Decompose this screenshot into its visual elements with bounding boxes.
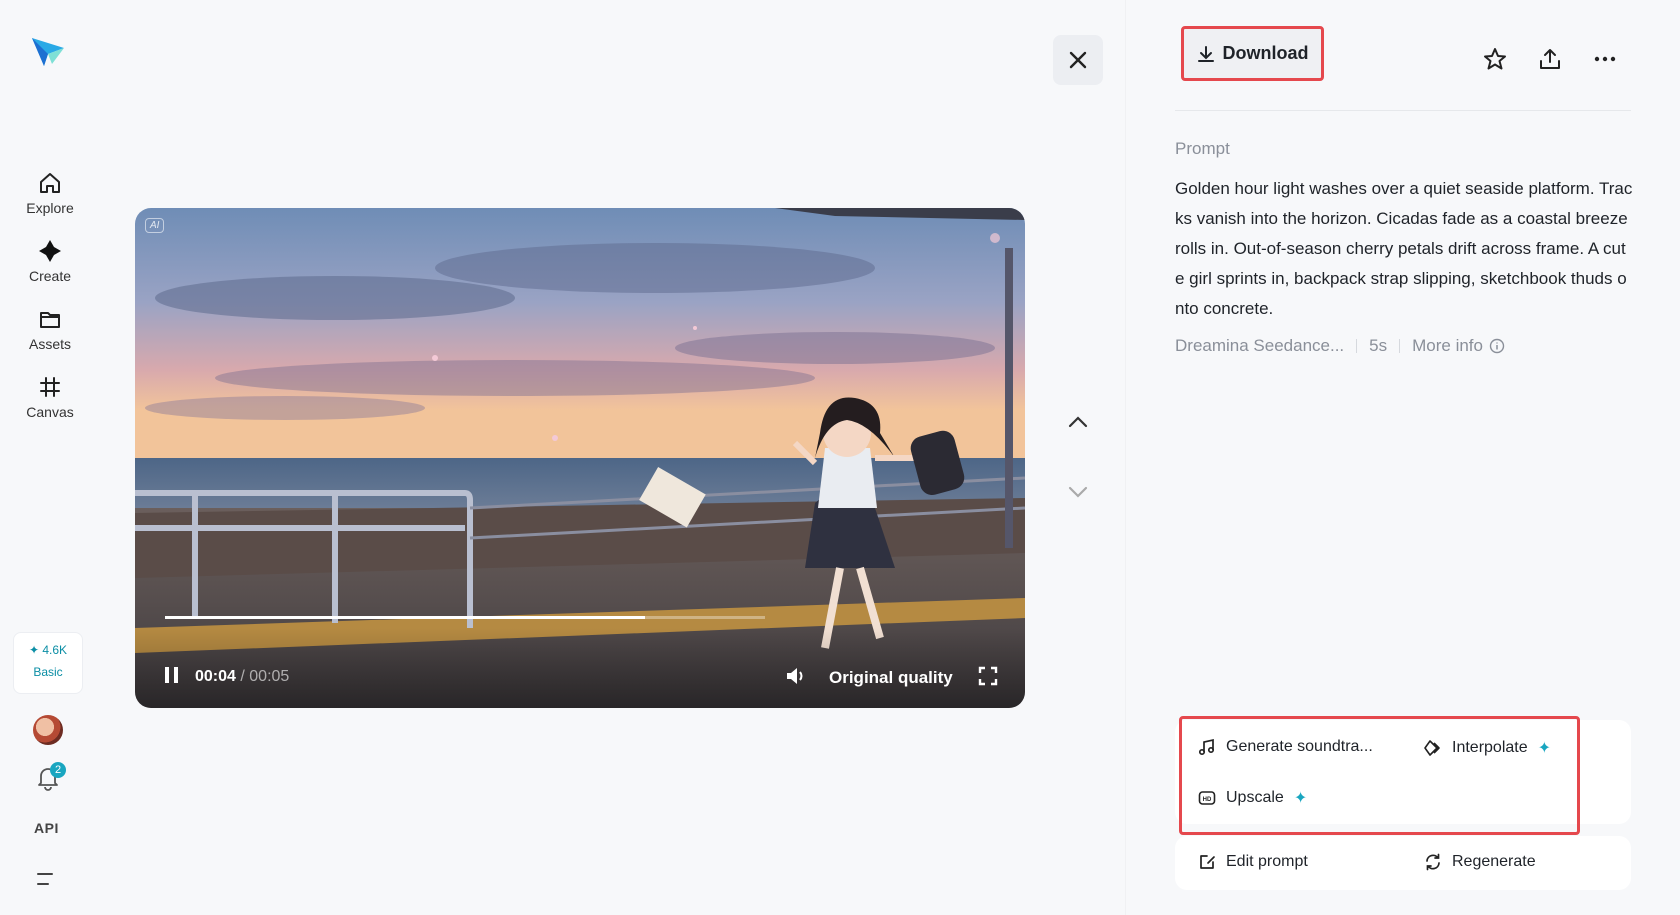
ai-watermark: AI <box>145 218 165 233</box>
time-display: 00:04 / 00:05 <box>195 668 289 686</box>
upscale-label: Upscale <box>1226 789 1284 806</box>
model-name: Dreamina Seedance... <box>1175 336 1345 355</box>
generate-soundtrack-button[interactable]: Generate soundtra... <box>1198 738 1373 756</box>
actions-highlight <box>1179 716 1580 835</box>
meta-separator <box>1356 339 1358 353</box>
interpolate-label: Interpolate <box>1452 739 1528 756</box>
close-button[interactable] <box>1053 35 1103 85</box>
meta-separator <box>1399 339 1401 353</box>
sidebar-item-label: Canvas <box>26 404 74 420</box>
edit-icon <box>1200 855 1215 869</box>
progress-bar[interactable] <box>165 616 765 619</box>
video-player[interactable]: AI 00:04 / 00:05 Original quality <box>135 208 1025 708</box>
app-logo[interactable] <box>30 34 66 68</box>
generate-soundtrack-label: Generate soundtra... <box>1226 738 1373 755</box>
more-options-icon[interactable] <box>1592 46 1618 72</box>
prompt-title: Prompt <box>1175 139 1230 158</box>
video-controls: 00:04 / 00:05 Original quality <box>135 628 1025 708</box>
regenerate-button[interactable]: Regenerate <box>1424 853 1536 871</box>
hd-icon: HD <box>1198 791 1216 805</box>
music-note-icon <box>1198 738 1215 756</box>
sidebar-item-assets[interactable]: Assets <box>0 306 100 352</box>
quality-selector[interactable]: Original quality <box>829 668 953 688</box>
sidebar-item-canvas[interactable]: Canvas <box>0 374 100 420</box>
info-icon <box>1489 338 1505 354</box>
download-label: Download <box>1222 43 1309 63</box>
pause-icon[interactable] <box>163 666 181 684</box>
sidebar-item-label: Explore <box>26 200 74 216</box>
credits-badge[interactable]: ✦ 4.6K Basic <box>13 632 83 694</box>
upscale-button[interactable]: HD Upscale ✦ <box>1198 788 1307 808</box>
panel-divider <box>1125 0 1126 915</box>
sidebar: Explore Create Assets Canvas ✦ 4.6K Basi… <box>0 0 100 915</box>
more-info-link[interactable]: More info <box>1412 336 1505 356</box>
sidebar-item-label: Assets <box>28 336 71 352</box>
interpolate-button[interactable]: Interpolate ✦ <box>1424 738 1551 758</box>
chevron-up-icon[interactable] <box>1066 410 1090 434</box>
sidebar-item-create[interactable]: Create <box>0 238 100 284</box>
download-icon <box>1197 45 1214 62</box>
plan-label: Basic <box>33 665 63 679</box>
video-length: 5s <box>1369 336 1388 355</box>
prompt-text: Golden hour light washes over a quiet se… <box>1175 179 1633 318</box>
regenerate-icon <box>1426 853 1440 871</box>
sparkle-icon: ✦ <box>1293 790 1308 807</box>
sparkle-icon <box>39 240 61 262</box>
api-link[interactable]: API <box>34 820 59 836</box>
credits-amount: ✦ 4.6K <box>28 643 68 657</box>
fullscreen-icon[interactable] <box>978 666 998 686</box>
edit-prompt-label: Edit prompt <box>1226 853 1308 870</box>
notification-badge: 2 <box>50 762 66 778</box>
time-separator: / <box>235 668 250 685</box>
current-time: 00:04 <box>195 668 236 685</box>
sparkle-icon: ✦ <box>1537 740 1552 757</box>
progress-fill <box>165 616 645 619</box>
share-icon[interactable] <box>1537 46 1563 72</box>
svg-text:HD: HD <box>1203 797 1212 803</box>
home-icon <box>40 173 60 193</box>
volume-icon[interactable] <box>785 666 807 686</box>
header-divider <box>1175 110 1631 111</box>
download-button[interactable]: Download <box>1181 26 1324 81</box>
generation-meta: Dreamina Seedance... 5s More info <box>1175 336 1505 356</box>
sidebar-item-label: Create <box>28 268 72 284</box>
duration: 00:05 <box>249 668 290 685</box>
close-icon <box>1069 51 1087 69</box>
star-icon[interactable] <box>1482 46 1508 72</box>
edit-prompt-button[interactable]: Edit prompt <box>1198 853 1308 871</box>
sidebar-item-explore[interactable]: Explore <box>0 170 100 216</box>
avatar[interactable] <box>33 715 63 745</box>
canvas-icon <box>40 377 60 397</box>
more-info-label: More info <box>1412 336 1483 355</box>
interpolate-icon <box>1424 740 1440 756</box>
menu-icon[interactable] <box>36 870 58 888</box>
regenerate-label: Regenerate <box>1452 853 1536 870</box>
folder-icon <box>40 312 60 328</box>
chevron-down-icon[interactable] <box>1066 480 1090 504</box>
